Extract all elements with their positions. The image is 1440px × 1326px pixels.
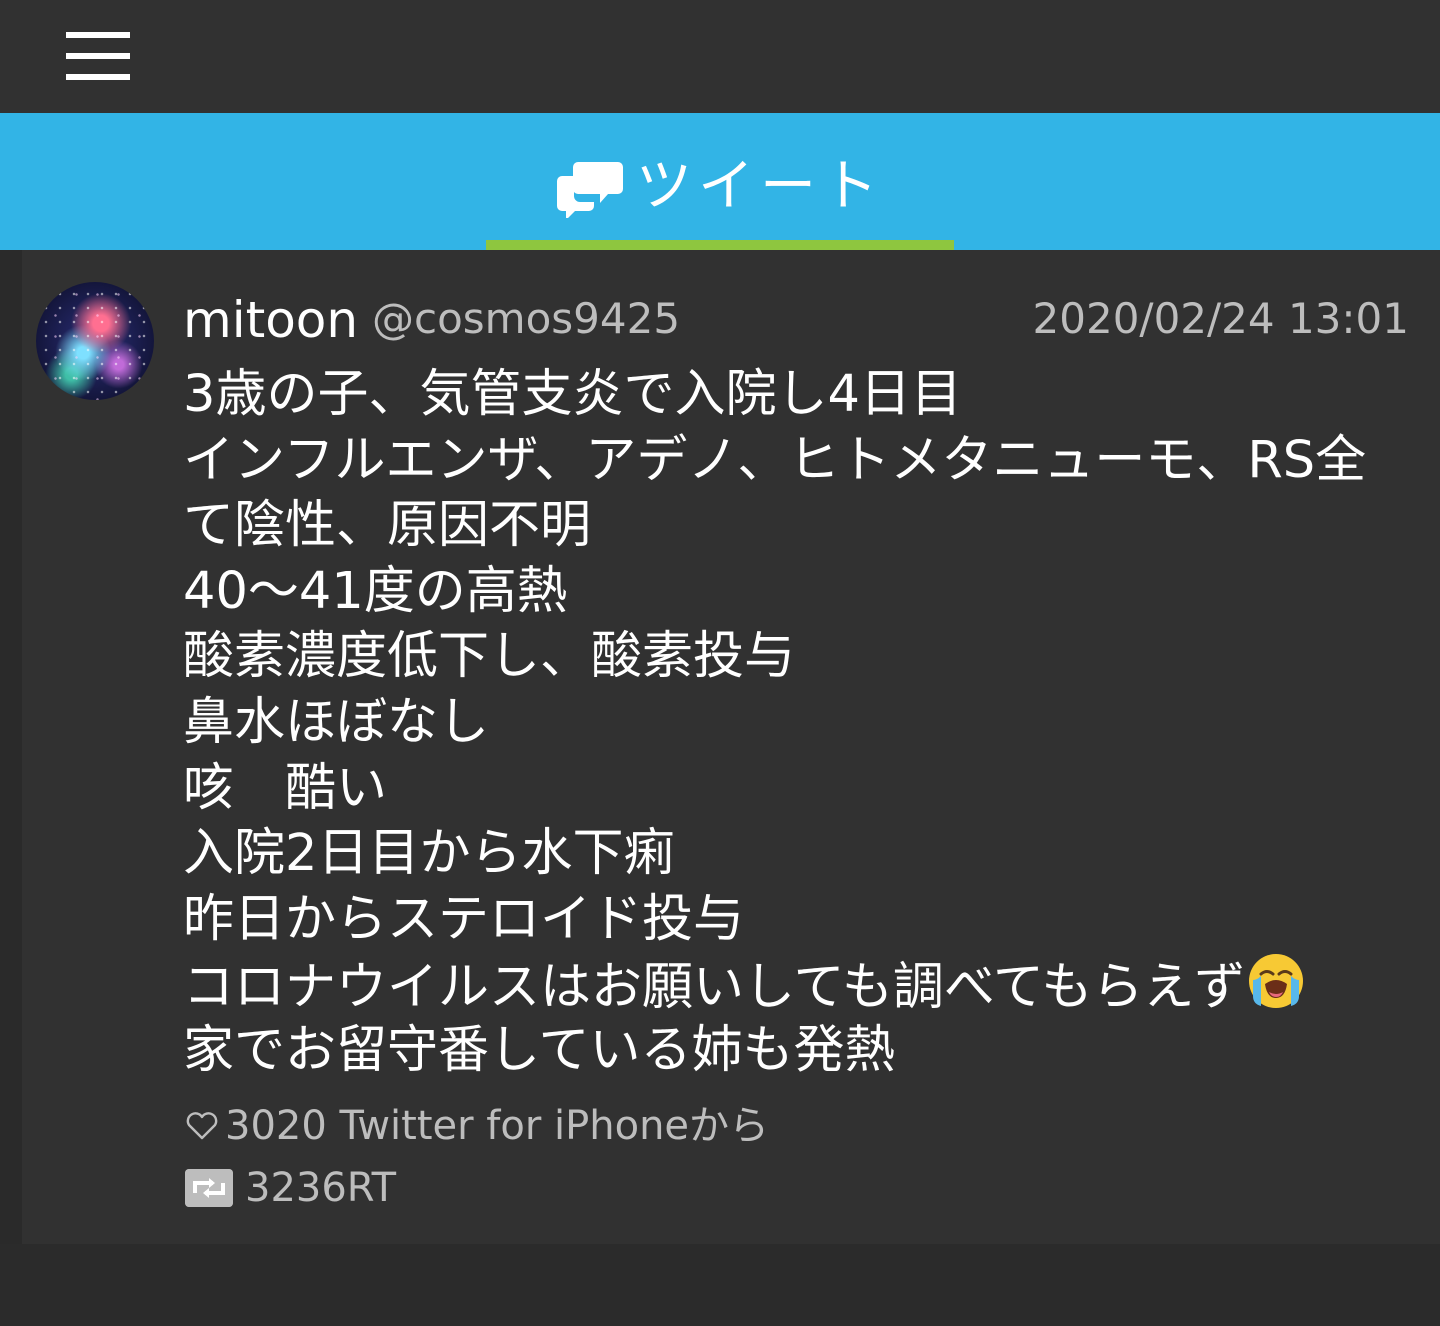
loudly-crying-face-icon [1249, 954, 1304, 1009]
tab-content: ツイート [486, 155, 954, 219]
user-name[interactable]: mitoon [183, 290, 358, 350]
tweet-line: 酸素濃度低下し、酸素投与 [183, 627, 796, 687]
top-bar [0, 0, 1440, 113]
active-tab-indicator [486, 240, 954, 250]
tweet-line: 3歳の子、気管支炎で入院し4日目 [183, 365, 962, 424]
bottom-empty-area [0, 1244, 1440, 1326]
left-edge-strip [0, 250, 22, 1244]
tweet-line: 鼻水ほぼなし [183, 692, 490, 752]
tweet-line: 40～41度の高熱 [183, 561, 568, 621]
menu-bar-line [66, 74, 130, 80]
tweet-line: 咳 酷い [183, 758, 388, 818]
tweet-line-with-emoji: コロナウイルスはお願いしても調べてもらえず [183, 952, 1423, 1018]
retweet-row: 3236RT [185, 1164, 396, 1212]
tweet-line: 昨日からステロイド投与 [183, 889, 745, 949]
tab-tweets[interactable]: ツイート [486, 113, 954, 250]
retweet-icon[interactable] [185, 1169, 233, 1207]
menu-bar-line [66, 53, 130, 59]
tweet-body: 3歳の子、気管支炎で入院し4日目 インフルエンザ、アデノ、ヒトメタニューモ、RS… [183, 362, 1423, 1084]
tweet-timestamp[interactable]: 2020/02/24 13:01 [1033, 294, 1409, 344]
tweet-line: て陰性、原因不明 [183, 496, 592, 556]
user-avatar[interactable] [36, 282, 154, 400]
menu-bar-line [66, 32, 130, 38]
tweet-line-text: コロナウイルスはお願いしても調べてもらえず [183, 958, 1246, 1018]
tweet-line: 家でお留守番している姉も発熱 [183, 1020, 896, 1080]
tweet-line: インフルエンザ、アデノ、ヒトメタニューモ、RS全 [183, 430, 1367, 490]
user-handle[interactable]: @cosmos9425 [372, 294, 680, 344]
avatar-stars [36, 282, 154, 400]
retweet-count: 3236RT [245, 1165, 397, 1211]
heart-icon[interactable] [185, 1111, 219, 1141]
likes-and-source: 3020 Twitter for iPhoneから [225, 1103, 770, 1149]
tweet-line: 入院2日目から水下痢 [183, 824, 675, 884]
tweet-meta: 3020 Twitter for iPhoneから [185, 1102, 769, 1150]
hamburger-menu-icon[interactable] [58, 26, 138, 86]
tab-label: ツイート [636, 154, 884, 219]
speech-bubbles-icon [557, 162, 623, 218]
tab-bar: ツイート [0, 113, 1440, 250]
